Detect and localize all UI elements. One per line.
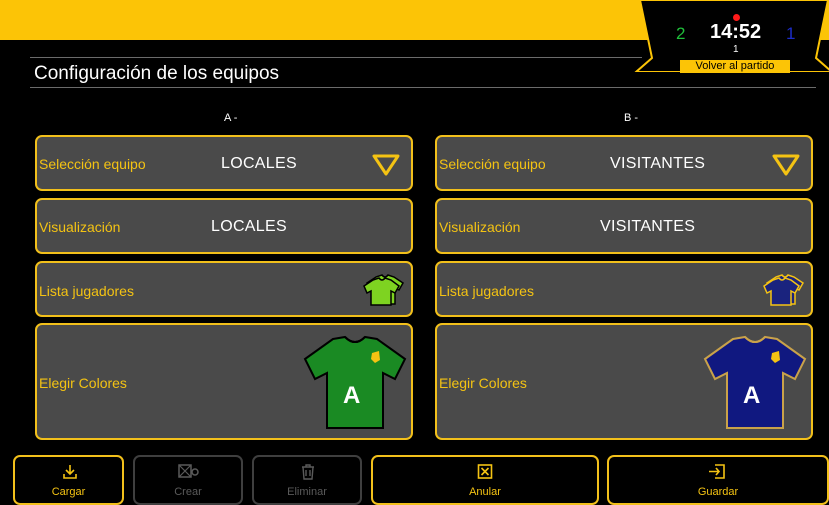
score-team-b: 1 (786, 24, 796, 43)
create-button[interactable]: Crear (133, 455, 243, 505)
display-label: Visualización (439, 219, 521, 235)
period-number: 1 (733, 44, 739, 55)
page-title: Configuración de los equipos (34, 63, 280, 84)
players-jersey-icon (763, 274, 804, 306)
player-list-b[interactable]: Lista jugadores (435, 261, 813, 317)
team-select-label: Selección equipo (439, 156, 546, 172)
download-icon (63, 465, 77, 479)
team-select-value: LOCALES (221, 155, 297, 172)
player-list-a[interactable]: Lista jugadores (35, 261, 413, 317)
choose-colors-label: Elegir Colores (439, 375, 527, 391)
players-jersey-icon (363, 274, 404, 306)
delete-label: Eliminar (287, 486, 327, 498)
score-team-a: 2 (676, 24, 686, 43)
divider (30, 57, 642, 58)
cancel-label: Anular (469, 486, 501, 498)
team-select-label: Selección equipo (39, 156, 146, 172)
column-heading-b: B - (624, 112, 639, 124)
trash-icon (302, 464, 314, 480)
jersey-letter: A (343, 382, 361, 409)
load-button[interactable]: Cargar (13, 455, 124, 505)
back-to-match-button[interactable]: Volver al partido (680, 60, 790, 73)
choose-colors-b[interactable]: Elegir Colores A (435, 323, 813, 440)
display-name-a[interactable]: Visualización LOCALES (35, 198, 413, 254)
save-button[interactable]: Guardar (607, 455, 829, 505)
create-label: Crear (174, 486, 202, 498)
display-value: LOCALES (211, 218, 287, 235)
display-name-b[interactable]: Visualización VISITANTES (435, 198, 813, 254)
team-select-a[interactable]: Selección equipo LOCALES (35, 135, 413, 191)
team-select-value: VISITANTES (610, 155, 706, 172)
login-icon (709, 464, 725, 479)
live-indicator-icon (733, 14, 740, 21)
choose-colors-a[interactable]: Elegir Colores A (35, 323, 413, 440)
save-label: Guardar (697, 486, 739, 498)
cancel-button[interactable]: Anular (371, 455, 599, 505)
column-heading-a: A - (224, 112, 238, 124)
display-label: Visualización (39, 219, 121, 235)
divider (30, 87, 816, 88)
choose-colors-label: Elegir Colores (39, 375, 127, 391)
player-list-label: Lista jugadores (439, 283, 534, 299)
team-select-b[interactable]: Selección equipo VISITANTES (435, 135, 813, 191)
display-value: VISITANTES (600, 218, 696, 235)
player-list-label: Lista jugadores (39, 283, 134, 299)
close-box-icon (477, 464, 493, 479)
match-clock: 14:52 (710, 21, 762, 43)
dropdown-triangle-icon (372, 154, 400, 176)
jersey-letter: A (743, 382, 761, 409)
dropdown-triangle-icon (772, 154, 800, 176)
delete-button[interactable]: Eliminar (252, 455, 362, 505)
add-grid-icon (178, 464, 199, 478)
load-label: Cargar (51, 486, 86, 498)
